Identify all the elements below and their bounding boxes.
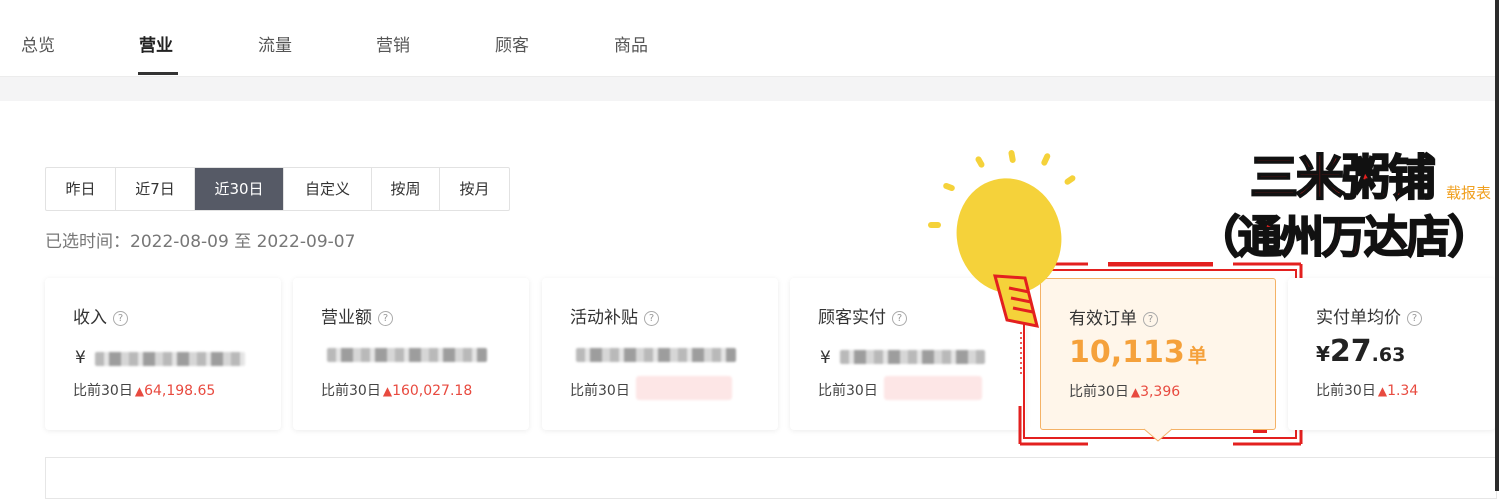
orders-count: 10,113 xyxy=(1069,335,1185,370)
period-yesterday[interactable]: 昨日 xyxy=(46,168,116,210)
comparison: 比前30日 ▲1.34 xyxy=(1316,380,1418,400)
active-tab-indicator xyxy=(138,72,178,75)
help-icon[interactable]: ? xyxy=(1407,311,1422,326)
compare-delta: 64,198.65 xyxy=(144,383,216,399)
compare-label: 比前30日 xyxy=(570,383,630,399)
avg-price-int: 27 xyxy=(1329,334,1372,369)
trend-panel xyxy=(45,457,1497,499)
masked-value xyxy=(95,352,245,366)
metric-title: 顾客实付 xyxy=(818,308,886,328)
comparison: 比前30日 ▲160,027.18 xyxy=(321,380,472,400)
metric-title-wrap: 实付单均价? xyxy=(1316,303,1422,328)
help-icon[interactable]: ? xyxy=(644,311,659,326)
metric-card-subsidy[interactable]: 活动补贴? 比前30日 xyxy=(542,278,778,430)
arrow-up-icon: ▲ xyxy=(382,384,393,398)
arrow-up-icon: ▲ xyxy=(1130,385,1141,399)
avg-price-dec: .63 xyxy=(1371,344,1406,366)
comparison: 比前30日 xyxy=(570,380,630,400)
selected-date-range: 已选时间：2022-08-09 至 2022-09-07 xyxy=(45,232,356,252)
compare-label: 比前30日 xyxy=(321,383,381,399)
period-7-days[interactable]: 近7日 xyxy=(116,168,195,210)
arrow-up-icon: ▲ xyxy=(1377,384,1388,398)
compare-label: 比前30日 xyxy=(73,383,133,399)
metric-card-avg-price[interactable]: 实付单均价? ¥27.63 比前30日 ▲1.34 xyxy=(1288,278,1495,430)
metric-card-income[interactable]: 收入? ¥ 比前30日 ▲64,198.65 xyxy=(45,278,281,430)
section-divider xyxy=(0,77,1499,101)
top-nav: 总览 营业 流量 营销 顾客 商品 xyxy=(0,0,1499,77)
period-custom[interactable]: 自定义 xyxy=(284,168,372,210)
shop-name: 三米粥铺 xyxy=(1249,149,1437,207)
masked-value xyxy=(327,348,487,362)
card-pointer xyxy=(1144,428,1172,442)
metric-value: ¥27.63 xyxy=(1316,334,1405,369)
compare-delta: 1.34 xyxy=(1387,383,1419,399)
arrow-up-icon: ▲ xyxy=(134,384,145,398)
tab-marketing[interactable]: 营销 xyxy=(376,31,410,56)
period-selector: 昨日 近7日 近30日 自定义 按周 按月 xyxy=(45,167,510,211)
help-icon[interactable]: ? xyxy=(892,311,907,326)
help-icon[interactable]: ? xyxy=(378,311,393,326)
window-edge xyxy=(1495,0,1499,491)
shop-branch: （通州万达店） xyxy=(1195,211,1493,264)
metric-title-wrap: 顾客实付? xyxy=(818,303,907,328)
download-report-link[interactable]: 载报表 xyxy=(1446,182,1491,203)
compare-label: 比前30日 xyxy=(1316,383,1376,399)
currency-symbol: ¥ xyxy=(75,348,86,368)
help-icon[interactable]: ? xyxy=(113,311,128,326)
metric-card-turnover[interactable]: 营业额? 比前30日 ▲160,027.18 xyxy=(293,278,529,430)
compare-label: 比前30日 xyxy=(818,383,878,399)
metric-title-wrap: 活动补贴? xyxy=(570,303,659,328)
tab-traffic[interactable]: 流量 xyxy=(258,31,292,56)
metric-title: 营业额 xyxy=(321,308,372,328)
masked-delta xyxy=(884,376,982,400)
comparison: 比前30日 ▲3,396 xyxy=(1069,381,1180,401)
masked-value xyxy=(576,348,736,362)
metric-title: 收入 xyxy=(73,308,107,328)
metric-title-wrap: 收入? xyxy=(73,303,128,328)
period-by-week[interactable]: 按周 xyxy=(372,168,440,210)
comparison: 比前30日 ▲64,198.65 xyxy=(73,380,215,400)
tab-overview[interactable]: 总览 xyxy=(21,31,55,56)
compare-delta: 3,396 xyxy=(1140,384,1181,400)
tab-customers[interactable]: 顾客 xyxy=(495,31,529,56)
compare-delta: 160,027.18 xyxy=(392,383,473,399)
metric-title: 活动补贴 xyxy=(570,308,638,328)
masked-delta xyxy=(636,376,732,400)
currency-symbol: ¥ xyxy=(820,348,831,368)
period-30-days[interactable]: 近30日 xyxy=(195,168,284,210)
tab-business[interactable]: 营业 xyxy=(139,31,173,56)
metric-value: 10,113 单 xyxy=(1069,335,1207,370)
tab-products[interactable]: 商品 xyxy=(614,31,648,56)
metric-title-wrap: 营业额? xyxy=(321,303,393,328)
help-icon[interactable]: ? xyxy=(1143,312,1158,327)
currency-symbol: ¥ xyxy=(1316,342,1330,366)
lightbulb-icon xyxy=(928,150,1076,328)
period-by-month[interactable]: 按月 xyxy=(440,168,509,210)
masked-value xyxy=(840,350,985,364)
metric-title: 实付单均价 xyxy=(1316,308,1401,328)
compare-label: 比前30日 xyxy=(1069,384,1129,400)
comparison: 比前30日 xyxy=(818,380,878,400)
orders-unit: 单 xyxy=(1187,345,1207,367)
